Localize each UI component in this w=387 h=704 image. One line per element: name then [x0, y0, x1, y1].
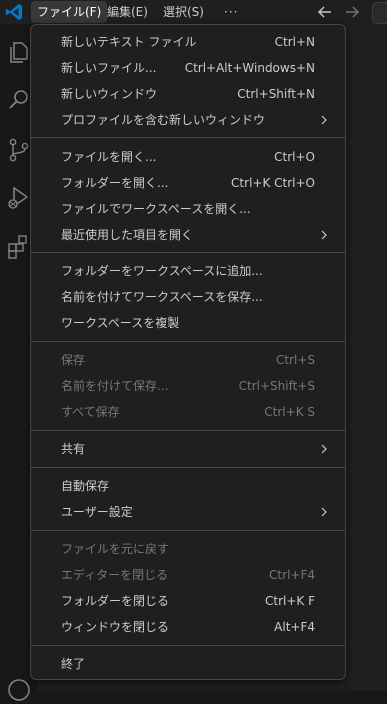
menu-item-close-window[interactable]: ウィンドウを閉じる Alt+F4	[35, 614, 341, 640]
menu-separator	[31, 137, 345, 138]
menu-item-label: 名前を付けて保存...	[61, 379, 169, 393]
menu-item-save-as[interactable]: 名前を付けて保存... Ctrl+Shift+S	[35, 373, 341, 399]
menu-item-open-recent[interactable]: 最近使用した項目を開く	[35, 222, 341, 248]
search-icon[interactable]	[5, 86, 33, 114]
source-control-icon[interactable]	[5, 136, 33, 164]
account-icon[interactable]	[5, 676, 33, 704]
menu-item-close-editor[interactable]: エディターを閉じる Ctrl+F4	[35, 562, 341, 588]
menu-item-exit[interactable]: 終了	[35, 651, 341, 677]
menu-item-label: 自動保存	[61, 479, 110, 493]
menu-item-duplicate-workspace[interactable]: ワークスペースを複製	[35, 310, 341, 336]
run-debug-icon[interactable]	[5, 184, 33, 212]
menu-item-save[interactable]: 保存 Ctrl+S	[35, 347, 341, 373]
menu-separator	[31, 530, 345, 531]
menu-item-label: ウィンドウを閉じる	[61, 620, 170, 634]
menu-item-label: 新しいファイル...	[61, 61, 157, 75]
arrow-right-icon[interactable]	[343, 3, 361, 21]
chevron-right-icon	[321, 230, 327, 240]
chevron-right-icon	[321, 444, 327, 454]
menu-item-label: フォルダーをワークスペースに追加...	[61, 264, 263, 278]
arrow-left-icon[interactable]	[316, 3, 334, 21]
menu-item-new-window-with-profile[interactable]: プロファイルを含む新しいウィンドウ	[35, 107, 341, 133]
menu-item-label: フォルダーを開く...	[61, 176, 169, 190]
menu-item-keybinding: Ctrl+K Ctrl+O	[231, 176, 315, 190]
menu-file[interactable]: ファイル(F)	[31, 1, 108, 23]
menu-item-label: エディターを閉じる	[61, 568, 169, 582]
menu-item-auto-save[interactable]: 自動保存	[35, 473, 341, 499]
menu-item-new-file[interactable]: 新しいファイル... Ctrl+Alt+Windows+N	[35, 55, 341, 81]
menu-item-keybinding: Ctrl+F4	[269, 568, 315, 582]
menu-separator	[31, 252, 345, 253]
menu-item-new-window[interactable]: 新しいウィンドウ Ctrl+Shift+N	[35, 81, 341, 107]
menu-item-close-folder[interactable]: フォルダーを閉じる Ctrl+K F	[35, 588, 341, 614]
menu-separator	[31, 430, 345, 431]
menu-item-new-text-file[interactable]: 新しいテキスト ファイル Ctrl+N	[35, 29, 341, 55]
menu-more-button[interactable]: ···	[218, 1, 244, 23]
menu-separator	[31, 341, 345, 342]
menu-item-keybinding: Ctrl+Alt+Windows+N	[184, 61, 315, 75]
menu-item-keybinding: Ctrl+S	[275, 353, 315, 367]
menu-item-label: 共有	[61, 442, 86, 456]
menu-item-label: すべて保存	[61, 405, 120, 419]
menu-edit[interactable]: 編集(E)	[101, 1, 154, 23]
explorer-icon[interactable]	[5, 38, 33, 66]
menu-selection[interactable]: 選択(S)	[157, 1, 210, 23]
menu-item-open-workspace-from-file[interactable]: ファイルでワークスペースを開く...	[35, 196, 341, 222]
menu-item-label: ファイルを元に戻す	[61, 542, 170, 556]
menu-separator	[31, 467, 345, 468]
menu-item-label: プロファイルを含む新しいウィンドウ	[61, 113, 266, 127]
menu-item-label: 保存	[61, 353, 86, 367]
menu-item-label: ワークスペースを複製	[61, 316, 180, 330]
menu-item-open-folder[interactable]: フォルダーを開く... Ctrl+K Ctrl+O	[35, 170, 341, 196]
command-center[interactable]	[372, 2, 387, 24]
menu-item-keybinding: Ctrl+O	[274, 150, 315, 164]
menu-item-open-file[interactable]: ファイルを開く... Ctrl+O	[35, 144, 341, 170]
menu-item-add-folder-to-workspace[interactable]: フォルダーをワークスペースに追加...	[35, 258, 341, 284]
menu-item-label: 終了	[61, 657, 86, 671]
menu-item-label: 新しいテキスト ファイル	[61, 35, 197, 49]
menu-item-keybinding: Ctrl+N	[274, 35, 315, 49]
extensions-icon[interactable]	[5, 232, 33, 260]
menu-item-keybinding: Alt+F4	[274, 620, 315, 634]
chevron-right-icon	[321, 115, 327, 125]
menu-item-keybinding: Ctrl+K S	[264, 405, 315, 419]
menu-item-keybinding: Ctrl+Shift+N	[237, 87, 315, 101]
menu-item-revert-file[interactable]: ファイルを元に戻す	[35, 536, 341, 562]
menu-separator	[31, 645, 345, 646]
menu-item-label: ファイルを開く...	[61, 150, 157, 164]
menu-item-label: 新しいウィンドウ	[61, 87, 158, 101]
menu-item-keybinding: Ctrl+K F	[265, 594, 315, 608]
chevron-right-icon	[321, 507, 327, 517]
menu-item-keybinding: Ctrl+Shift+S	[238, 379, 315, 393]
menu-item-label: ユーザー設定	[61, 505, 133, 519]
menu-item-label: 名前を付けてワークスペースを保存...	[61, 290, 263, 304]
menu-item-preferences[interactable]: ユーザー設定	[35, 499, 341, 525]
title-bar: ファイル(F) 編集(E) 選択(S) ···	[0, 0, 387, 24]
vscode-logo-icon	[5, 4, 23, 20]
menu-item-label: フォルダーを閉じる	[61, 594, 170, 608]
menu-item-label: ファイルでワークスペースを開く...	[61, 202, 251, 216]
menu-item-share[interactable]: 共有	[35, 436, 341, 462]
file-menu: 新しいテキスト ファイル Ctrl+N 新しいファイル... Ctrl+Alt+…	[30, 24, 346, 680]
menu-item-save-all[interactable]: すべて保存 Ctrl+K S	[35, 399, 341, 425]
menu-item-save-workspace-as[interactable]: 名前を付けてワークスペースを保存...	[35, 284, 341, 310]
menu-item-label: 最近使用した項目を開く	[61, 228, 194, 242]
